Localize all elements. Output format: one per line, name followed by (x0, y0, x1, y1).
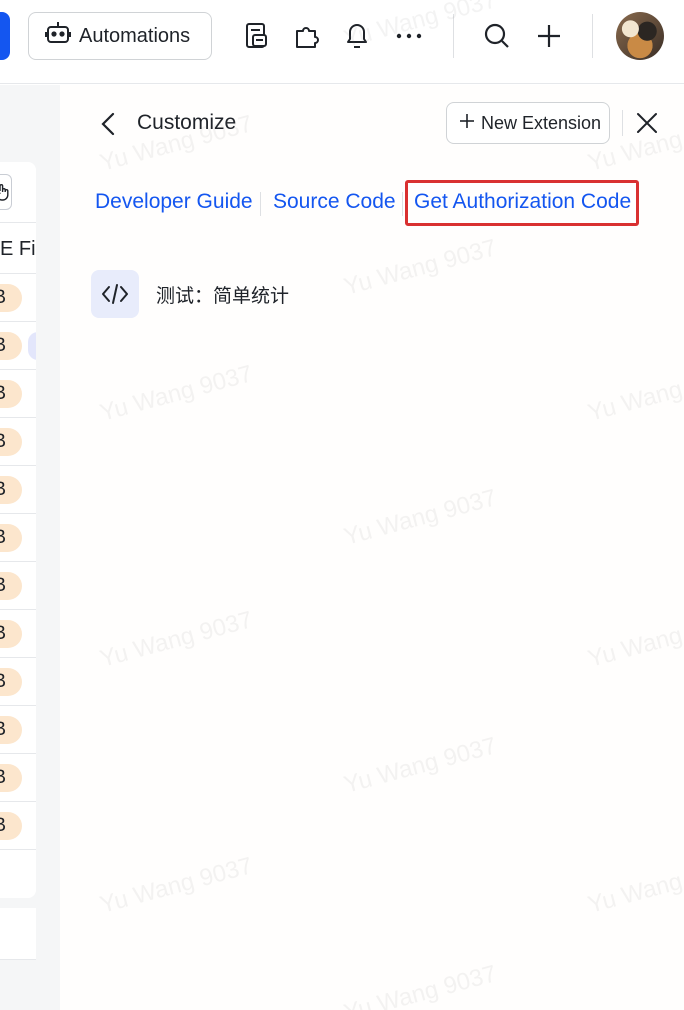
source-code-link[interactable]: Source Code (273, 190, 396, 214)
topbar-divider-2 (592, 14, 593, 58)
primary-action-button[interactable] (0, 12, 10, 60)
form-icon[interactable] (243, 18, 271, 54)
option-pill: B (0, 620, 22, 648)
new-extension-label: New Extension (481, 112, 602, 133)
option-pill: B (0, 476, 22, 504)
table-row[interactable]: B (0, 658, 36, 706)
automations-label: Automations (79, 24, 191, 47)
table-row[interactable]: B (0, 370, 36, 418)
bell-icon[interactable] (343, 18, 371, 54)
table-row[interactable]: B (0, 802, 36, 850)
option-pill: B (0, 812, 22, 840)
get-authorization-code-link[interactable]: Get Authorization Code (414, 190, 631, 214)
option-pill: B (0, 668, 22, 696)
hand-cursor-icon (0, 174, 12, 210)
back-button[interactable] (96, 108, 120, 140)
extension-icon[interactable] (293, 18, 321, 54)
panel-header-divider (622, 110, 623, 136)
table-row[interactable]: B (0, 610, 36, 658)
avatar[interactable] (616, 12, 664, 60)
option-pill: B (0, 524, 22, 552)
new-extension-button[interactable]: New Extension (446, 102, 610, 144)
automations-button[interactable]: Automations (28, 12, 212, 60)
more-icon[interactable] (395, 18, 423, 54)
search-icon[interactable] (483, 18, 511, 54)
table-card: E Fie BBBBBBBBBBBB (0, 162, 36, 898)
option-pill: B (0, 764, 22, 792)
extension-list-item[interactable]: 测试：简单统计 (91, 270, 371, 318)
column-header[interactable]: E Fie (0, 222, 36, 274)
link-divider (260, 192, 261, 216)
topbar-divider (453, 14, 454, 58)
link-divider (402, 192, 403, 216)
robot-icon (45, 20, 71, 52)
table-row[interactable]: B (0, 418, 36, 466)
panel-title: Customize (137, 111, 237, 134)
option-pill: B (0, 380, 22, 408)
table-row[interactable]: B (0, 322, 36, 370)
table-footer-row (0, 908, 36, 960)
table-row[interactable]: B (0, 706, 36, 754)
table-row[interactable]: B (0, 562, 36, 610)
code-icon (91, 270, 139, 318)
table-row[interactable]: B (0, 514, 36, 562)
option-pill: B (0, 716, 22, 744)
option-pill: B (0, 284, 22, 312)
customize-panel (60, 85, 684, 1010)
top-bar: Automations (0, 0, 684, 84)
plus-icon[interactable] (535, 18, 563, 54)
table-row[interactable]: B (0, 754, 36, 802)
extension-name: 测试：简单统计 (156, 284, 290, 307)
plus-icon (459, 113, 475, 134)
close-button[interactable] (634, 110, 660, 136)
option-pill: B (0, 332, 22, 360)
option-pill: B (0, 428, 22, 456)
option-pill-secondary (28, 332, 36, 360)
developer-guide-link[interactable]: Developer Guide (95, 190, 253, 214)
option-pill: B (0, 572, 22, 600)
table-row[interactable]: B (0, 274, 36, 322)
table-row[interactable]: B (0, 466, 36, 514)
